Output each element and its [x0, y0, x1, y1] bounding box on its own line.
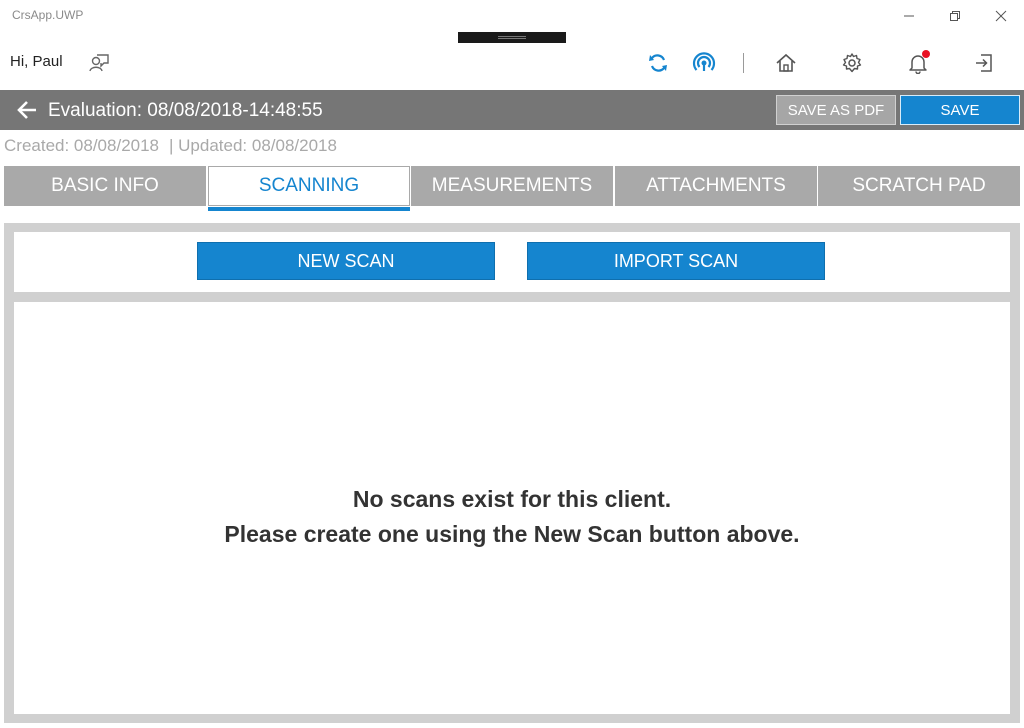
scanning-panel: NEW SCAN IMPORT SCAN No scans exist for … [4, 223, 1020, 723]
back-arrow-icon [17, 101, 36, 119]
tab-basic-info[interactable]: BASIC INFO [4, 166, 206, 206]
restore-icon [950, 11, 960, 21]
notification-badge [922, 50, 930, 58]
save-as-pdf-button[interactable]: SAVE AS PDF [776, 95, 896, 125]
user-greeting: Hi, Paul [10, 53, 63, 70]
minimize-button[interactable] [886, 0, 932, 32]
restore-button[interactable] [932, 0, 978, 32]
title-bar: CrsApp.UWP [0, 0, 1024, 32]
user-feedback-icon [89, 54, 109, 72]
broadcast-button[interactable] [690, 49, 718, 77]
drag-handle[interactable] [458, 32, 566, 43]
scan-list-area: No scans exist for this client. Please c… [14, 302, 1010, 714]
sign-out-icon [976, 54, 992, 72]
import-scan-button[interactable]: IMPORT SCAN [527, 242, 825, 280]
active-tab-indicator [208, 207, 410, 211]
scan-actions: NEW SCAN IMPORT SCAN [14, 232, 1010, 292]
tab-scratch-pad[interactable]: SCRATCH PAD [818, 166, 1020, 206]
app-header: Hi, Paul [0, 43, 1024, 90]
back-button[interactable] [14, 98, 40, 122]
gear-icon [842, 53, 862, 73]
settings-button[interactable] [838, 49, 866, 77]
empty-state-line-2: Please create one using the New Scan but… [224, 521, 800, 547]
updated-date: | Updated: 08/08/2018 [169, 136, 337, 155]
header-divider [743, 53, 744, 73]
home-button[interactable] [772, 49, 800, 77]
broadcast-icon [692, 52, 716, 71]
notifications-button[interactable] [904, 49, 932, 77]
tab-scanning[interactable]: SCANNING [208, 166, 410, 206]
home-icon [776, 53, 796, 72]
created-date: Created: 08/08/2018 [4, 136, 160, 155]
close-icon [995, 10, 1007, 22]
feedback-button[interactable] [85, 49, 113, 77]
empty-state-line-1: No scans exist for this client. [352, 486, 672, 512]
tab-measurements[interactable]: MEASUREMENTS [411, 166, 613, 206]
tab-attachments[interactable]: ATTACHMENTS [615, 166, 817, 206]
sync-icon [649, 54, 667, 72]
tab-bar: BASIC INFO SCANNING MEASUREMENTS ATTACHM… [4, 166, 1020, 212]
sign-out-button[interactable] [970, 49, 998, 77]
app-title: CrsApp.UWP [12, 8, 84, 22]
save-button[interactable]: SAVE [900, 95, 1020, 125]
empty-state-message: No scans exist for this client. Please c… [14, 482, 1010, 552]
new-scan-button[interactable]: NEW SCAN [197, 242, 495, 280]
evaluation-title: Evaluation: 08/08/2018-14:48:55 [48, 100, 323, 121]
close-button[interactable] [978, 0, 1024, 32]
sync-button[interactable] [644, 49, 672, 77]
evaluation-dates: Created: 08/08/2018 | Updated: 08/08/2018 [4, 136, 347, 156]
minimize-icon [904, 15, 914, 17]
